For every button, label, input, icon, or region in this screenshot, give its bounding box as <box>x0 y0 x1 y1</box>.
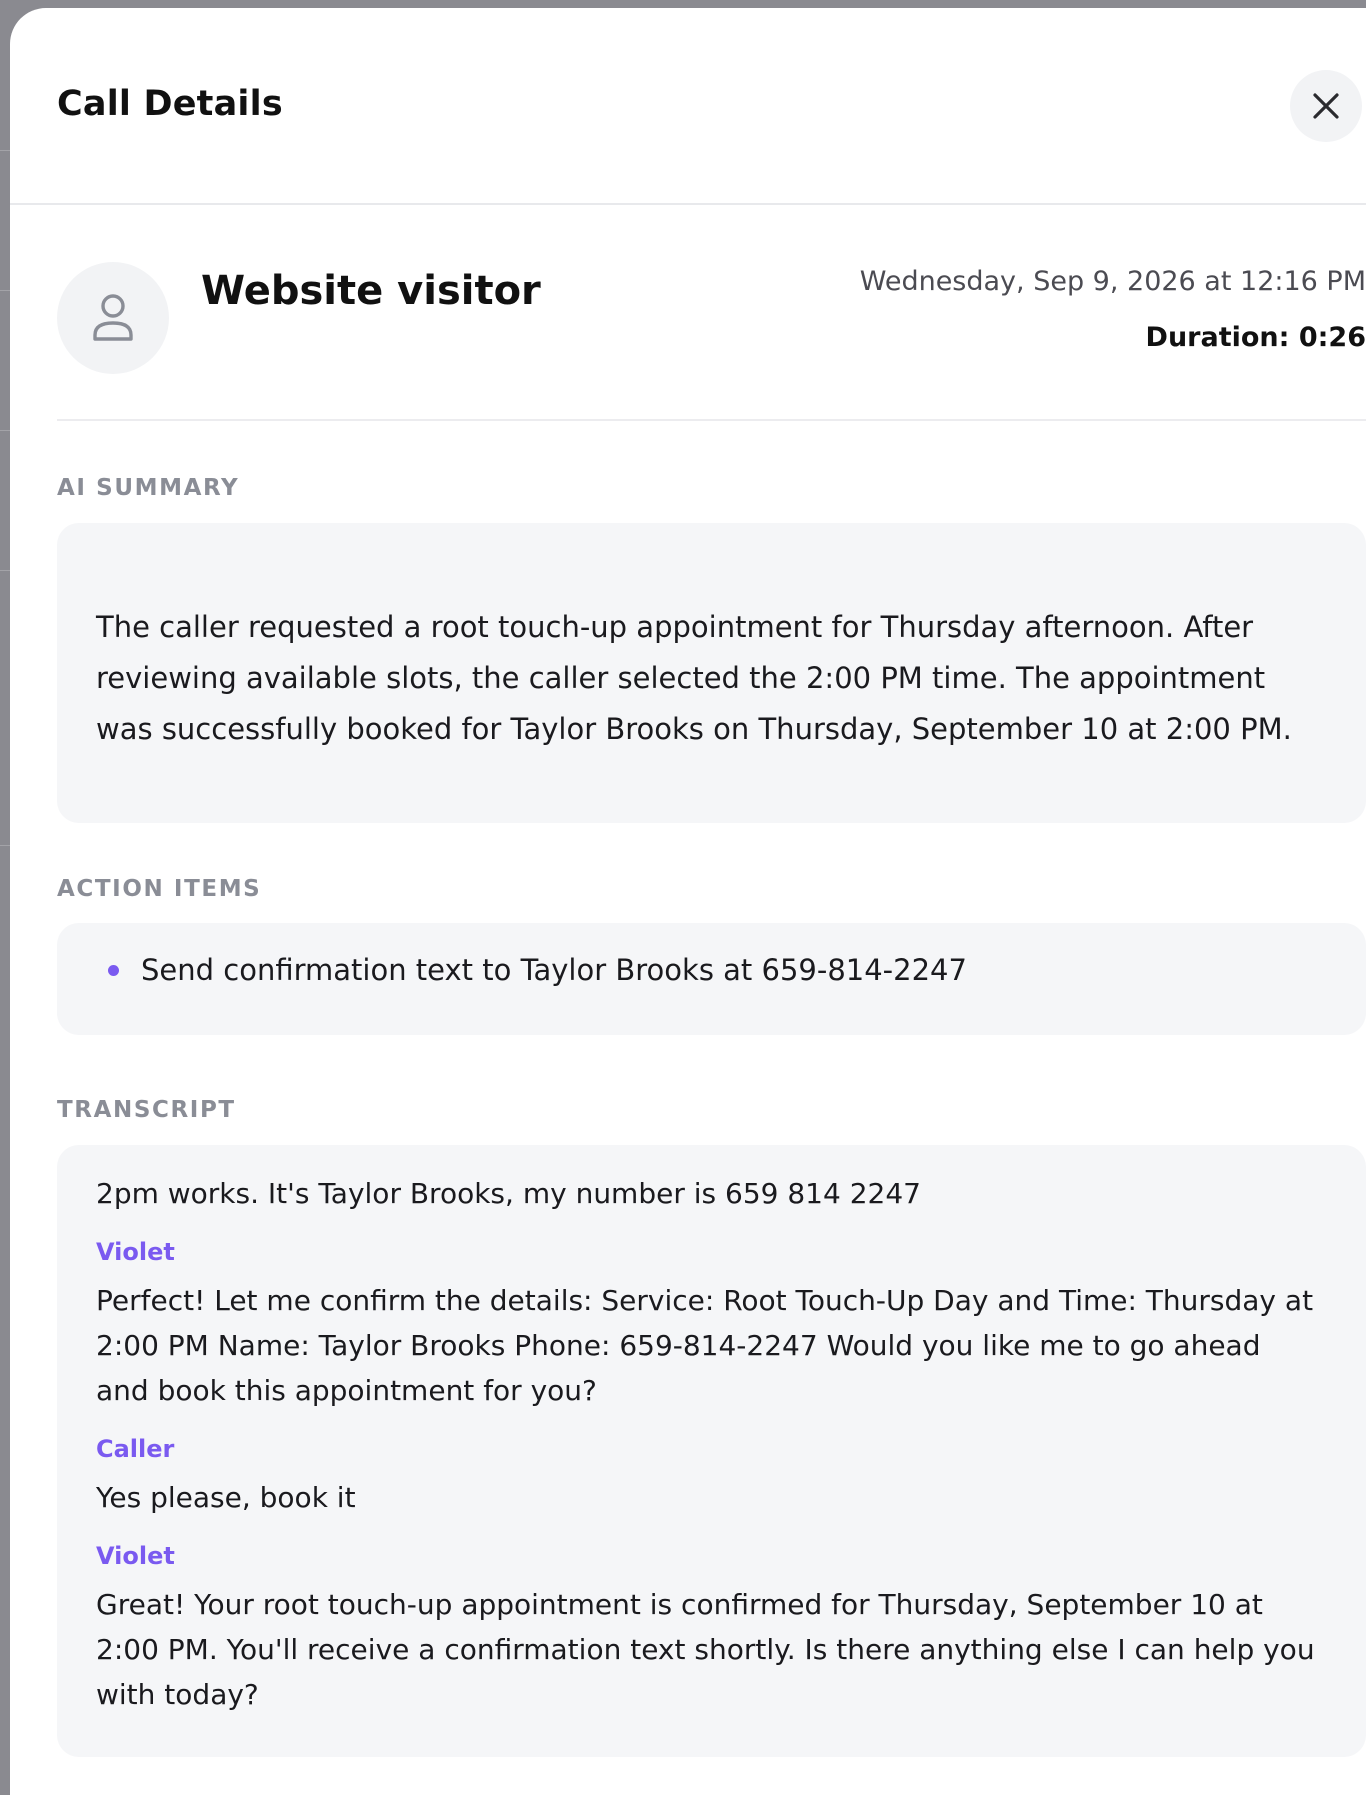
transcript-message: Great! Your root touch-up appointment is… <box>96 1588 1315 1711</box>
transcript-messages: 2pm works. It's Taylor Brooks, my number… <box>96 1171 1318 1717</box>
call-details-panel: Call Details Website visitor Wednesday, … <box>10 8 1366 1795</box>
panel-header: Call Details <box>10 8 1366 205</box>
ai-summary-card: The caller requested a root touch-up app… <box>57 523 1366 823</box>
ai-summary-label: AI SUMMARY <box>57 475 240 501</box>
caller-name: Website visitor <box>201 268 541 314</box>
call-date: Wednesday, Sep 9, 2026 at 12:16 PM <box>859 266 1366 297</box>
list-item: Send confirmation text to Taylor Brooks … <box>108 953 1326 987</box>
transcript-speaker: Violet <box>96 1542 175 1570</box>
page-title: Call Details <box>57 84 283 124</box>
user-icon <box>93 294 133 341</box>
avatar <box>57 262 169 374</box>
transcript-message: Perfect! Let me confirm the details: Ser… <box>96 1284 1314 1407</box>
transcript-speaker: Caller <box>96 1435 175 1463</box>
transcript-message: Yes please, book it <box>96 1481 356 1514</box>
action-items-label: ACTION ITEMS <box>57 876 262 902</box>
transcript-speaker: Violet <box>96 1238 175 1266</box>
close-button[interactable] <box>1290 70 1362 142</box>
transcript-message: 2pm works. It's Taylor Brooks, my number… <box>96 1177 921 1210</box>
caller-info: Website visitor Wednesday, Sep 9, 2026 a… <box>57 254 1366 421</box>
bullet-icon <box>108 964 119 976</box>
close-icon <box>1313 93 1339 119</box>
ai-summary-text: The caller requested a root touch-up app… <box>96 610 1292 746</box>
call-duration: Duration: 0:26 <box>1145 322 1366 353</box>
transcript-label: TRANSCRIPT <box>57 1097 236 1123</box>
action-item-text: Send confirmation text to Taylor Brooks … <box>141 953 967 987</box>
transcript-card[interactable]: 2pm works. It's Taylor Brooks, my number… <box>57 1145 1366 1757</box>
action-items-card: Send confirmation text to Taylor Brooks … <box>57 923 1366 1035</box>
